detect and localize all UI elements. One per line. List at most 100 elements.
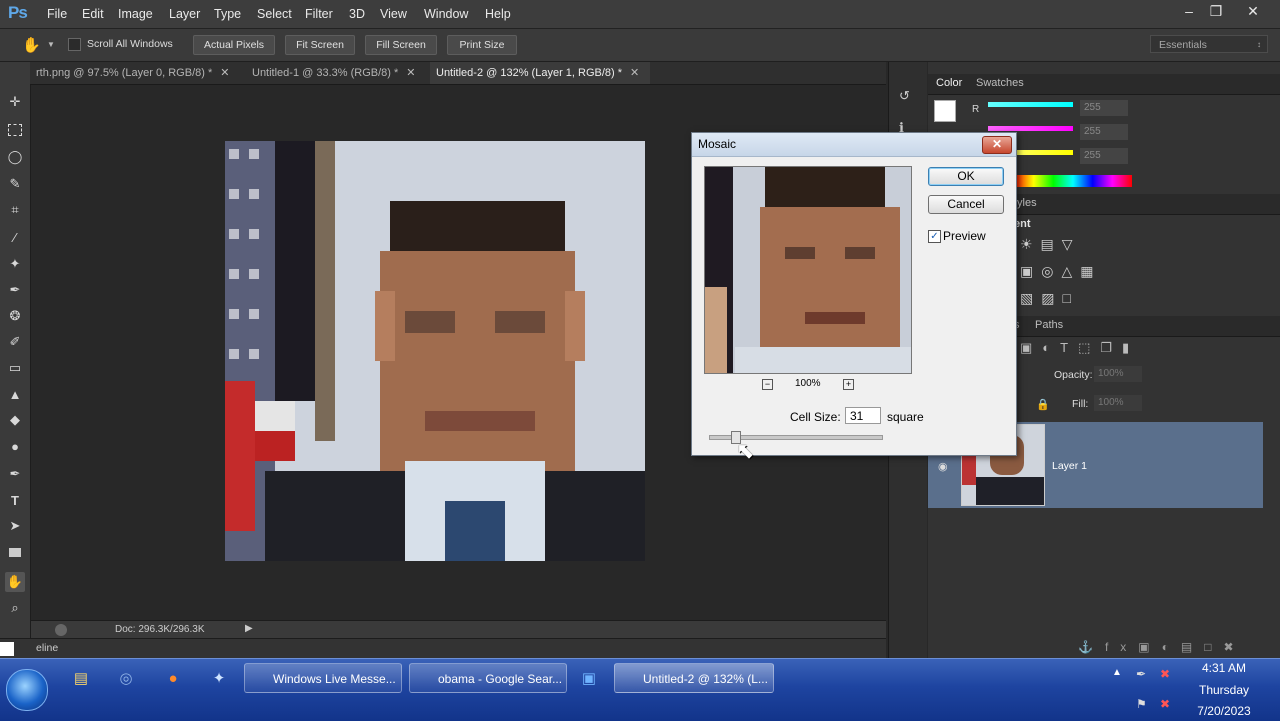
eye-icon[interactable]: ◉ bbox=[938, 460, 948, 473]
foreground-color-chip[interactable] bbox=[934, 100, 956, 122]
blur-tool-icon[interactable]: ◆ bbox=[5, 410, 25, 430]
clone-stamp-tool-icon[interactable]: ❂ bbox=[5, 306, 25, 326]
fill-screen-button[interactable]: Fill Screen bbox=[365, 35, 437, 55]
layer-filter-icons[interactable]: ▣◐T⬚❐▮ bbox=[1020, 340, 1139, 356]
cancel-button[interactable]: Cancel bbox=[928, 195, 1004, 214]
g-value-field[interactable]: 255 bbox=[1080, 124, 1128, 140]
tab-swatches[interactable]: Swatches bbox=[976, 77, 1024, 89]
healing-brush-tool-icon[interactable]: ✦ bbox=[5, 254, 25, 274]
r-value-field[interactable]: 255 bbox=[1080, 100, 1128, 116]
close-icon[interactable]: ✕ bbox=[982, 136, 1012, 154]
fill-field[interactable]: 100% bbox=[1094, 395, 1142, 411]
close-icon[interactable]: ✕ bbox=[406, 67, 415, 79]
messenger-icon[interactable]: ◎ bbox=[113, 665, 139, 691]
preview-checkbox[interactable]: ✓ bbox=[928, 230, 941, 243]
layer-actions-icons[interactable]: ⚓fx▣◐▤□✖ bbox=[1078, 640, 1246, 654]
menu-3d[interactable]: 3D bbox=[349, 7, 365, 21]
tab-styles[interactable]: tyles bbox=[1014, 197, 1037, 209]
ok-button[interactable]: OK bbox=[928, 167, 1004, 186]
menu-edit[interactable]: Edit bbox=[82, 7, 104, 21]
filter-preview[interactable] bbox=[704, 166, 912, 374]
restore-icon[interactable]: ❐ bbox=[1205, 3, 1227, 21]
slider-g[interactable] bbox=[988, 126, 1073, 131]
history-brush-tool-icon[interactable]: ✐ bbox=[5, 332, 25, 352]
cell-size-input[interactable]: 31 bbox=[845, 407, 881, 424]
play-icon[interactable]: ▶ bbox=[245, 623, 253, 634]
actual-pixels-button[interactable]: Actual Pixels bbox=[193, 35, 275, 55]
firefox-icon[interactable]: ● bbox=[160, 665, 186, 691]
tab-doc-untitled-2[interactable]: Untitled-2 @ 132% (Layer 1, RGB/8) * ✕ bbox=[430, 62, 650, 84]
adjustment-icons-row-1[interactable]: ☀▤▽ bbox=[1020, 236, 1081, 253]
hand-tool-icon[interactable]: ✋ bbox=[5, 572, 25, 592]
opacity-label: Opacity: bbox=[1054, 369, 1093, 381]
cell-size-label: Cell Size: bbox=[790, 410, 841, 424]
tray-network-icon[interactable]: ✖ bbox=[1160, 667, 1170, 681]
menu-filter[interactable]: Filter bbox=[305, 7, 333, 21]
app-icon[interactable]: ✦ bbox=[206, 665, 232, 691]
tray-pen-icon[interactable]: ✒ bbox=[1136, 667, 1146, 681]
clock-day[interactable]: Thursday bbox=[1184, 683, 1264, 697]
move-tool-icon[interactable]: ✛ bbox=[5, 92, 25, 112]
menu-file[interactable]: File bbox=[47, 7, 67, 21]
tray-action-center-icon[interactable]: ⚑ bbox=[1136, 697, 1147, 711]
adjustment-icons-row-3[interactable]: ▧▨□ bbox=[1020, 290, 1079, 307]
quick-select-tool-icon[interactable]: ✎ bbox=[5, 174, 25, 194]
menu-help[interactable]: Help bbox=[485, 7, 511, 21]
path-select-tool-icon[interactable]: ➤ bbox=[5, 516, 25, 536]
hand-tool-icon[interactable]: ✋ bbox=[22, 36, 41, 54]
eyedropper-tool-icon[interactable]: ∕ bbox=[5, 227, 25, 247]
photoshop-taskbar-icon[interactable]: ▣ bbox=[576, 665, 602, 691]
color-ramp[interactable] bbox=[1014, 175, 1132, 187]
menu-type[interactable]: Type bbox=[214, 7, 241, 21]
paint-bucket-tool-icon[interactable]: ▲ bbox=[5, 384, 25, 404]
show-hidden-icons[interactable]: ▲ bbox=[1112, 667, 1122, 678]
fit-screen-button[interactable]: Fit Screen bbox=[285, 35, 355, 55]
menu-select[interactable]: Select bbox=[257, 7, 292, 21]
shape-tool-icon[interactable] bbox=[5, 542, 25, 562]
opacity-field[interactable]: 100% bbox=[1094, 366, 1142, 382]
lock-icon[interactable]: 🔒 bbox=[1036, 398, 1050, 411]
tab-paths[interactable]: Paths bbox=[1035, 319, 1063, 331]
workspace-select[interactable]: Essentials ↕ bbox=[1150, 35, 1268, 53]
dialog-title-bar[interactable]: Mosaic ✕ bbox=[692, 133, 1016, 157]
marquee-tool-icon[interactable] bbox=[5, 120, 25, 140]
lasso-tool-icon[interactable]: ◯ bbox=[5, 147, 25, 167]
mosaic-portrait-image[interactable] bbox=[225, 141, 645, 561]
explorer-icon[interactable]: ▤ bbox=[68, 665, 94, 691]
scroll-all-windows-checkbox[interactable] bbox=[68, 38, 81, 51]
eraser-tool-icon[interactable]: ▭ bbox=[5, 358, 25, 378]
start-button[interactable] bbox=[6, 669, 48, 711]
taskbar-item-messenger[interactable]: Windows Live Messe... bbox=[244, 663, 402, 693]
menu-layer[interactable]: Layer bbox=[169, 7, 200, 21]
timeline-tab[interactable]: eline bbox=[36, 642, 58, 654]
menu-image[interactable]: Image bbox=[118, 7, 153, 21]
close-window-icon[interactable]: ✕ bbox=[1242, 3, 1264, 21]
zoom-tool-icon[interactable]: ⌕ bbox=[5, 598, 25, 618]
crop-tool-icon[interactable]: ⌗ bbox=[5, 200, 25, 220]
menu-window[interactable]: Window bbox=[424, 7, 468, 21]
close-icon[interactable]: ✕ bbox=[630, 67, 639, 79]
pen-tool-icon[interactable]: ✒ bbox=[5, 464, 25, 484]
close-icon[interactable]: ✕ bbox=[220, 67, 229, 79]
dodge-tool-icon[interactable]: ● bbox=[5, 436, 25, 456]
minimize-icon[interactable]: – bbox=[1178, 3, 1200, 21]
tab-color[interactable]: Color bbox=[936, 77, 962, 89]
tab-doc-untitled-1[interactable]: Untitled-1 @ 33.3% (RGB/8) * ✕ bbox=[246, 62, 428, 84]
brush-tool-icon[interactable]: ✒ bbox=[5, 280, 25, 300]
history-icon[interactable]: ↺ bbox=[899, 88, 910, 104]
tab-doc-earth[interactable]: rth.png @ 97.5% (Layer 0, RGB/8) * ✕ bbox=[30, 62, 244, 84]
slider-r[interactable] bbox=[988, 102, 1073, 107]
print-size-button[interactable]: Print Size bbox=[447, 35, 517, 55]
adjustment-icons-row-2[interactable]: ▣◎△▦ bbox=[1020, 263, 1101, 280]
clock-date[interactable]: 7/20/2023 bbox=[1184, 704, 1264, 718]
taskbar-item-chrome[interactable]: obama - Google Sear... bbox=[409, 663, 567, 693]
zoom-in-button[interactable]: + bbox=[843, 379, 854, 390]
menu-view[interactable]: View bbox=[380, 7, 407, 21]
taskbar-item-photoshop[interactable]: Untitled-2 @ 132% (L... bbox=[614, 663, 774, 693]
chevron-down-icon[interactable]: ▼ bbox=[47, 40, 55, 49]
zoom-out-button[interactable]: − bbox=[762, 379, 773, 390]
clock-time[interactable]: 4:31 AM bbox=[1184, 661, 1264, 675]
type-tool-icon[interactable]: T bbox=[5, 490, 25, 510]
tray-volume-icon[interactable]: ✖ bbox=[1160, 697, 1170, 711]
b-value-field[interactable]: 255 bbox=[1080, 148, 1128, 164]
